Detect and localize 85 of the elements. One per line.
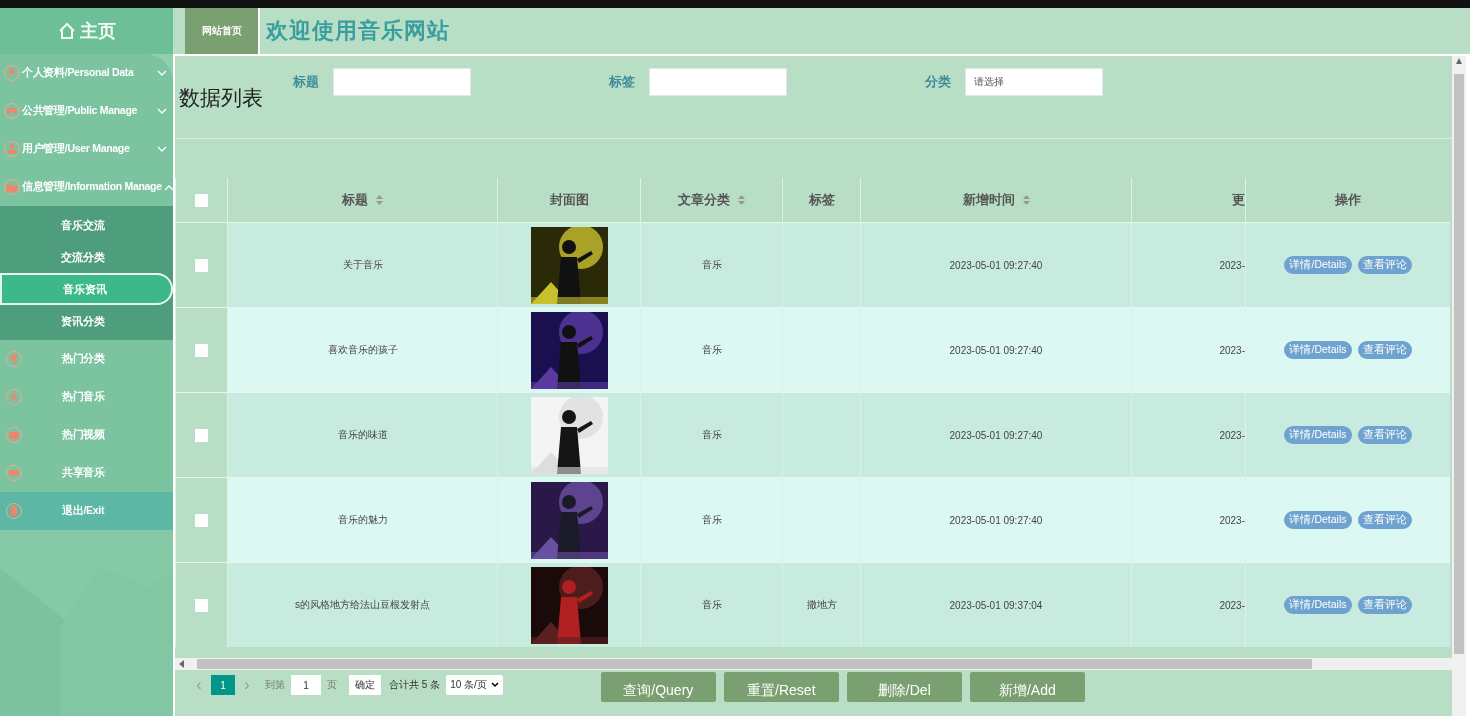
action-button[interactable]: 详情/Details: [1284, 426, 1352, 444]
table-cell: 音乐的味道: [227, 392, 497, 477]
table-cell: 音乐: [640, 477, 782, 562]
action-button[interactable]: 查看评论: [1357, 256, 1412, 274]
page-size-select[interactable]: 10 条/页: [446, 675, 503, 695]
sort-icon[interactable]: [1022, 195, 1030, 205]
table-cell: 喜欢音乐的孩子: [227, 307, 497, 392]
submenu-item[interactable]: 交流分类: [0, 241, 173, 273]
page-title: 数据列表: [179, 85, 263, 111]
checkbox[interactable]: [195, 598, 208, 612]
table-cell: 2023-05-01 09:37:04: [860, 562, 1131, 647]
table-cell: 2023-: [1131, 307, 1245, 392]
confirm-button[interactable]: 确定: [349, 675, 381, 695]
menu-link[interactable]: 热门音乐: [0, 378, 173, 416]
exit-link[interactable]: 退出/Exit: [0, 492, 173, 530]
action-button[interactable]: 查看评论: [1357, 426, 1412, 444]
checkbox[interactable]: [195, 513, 208, 527]
scroll-up-icon[interactable]: [1456, 58, 1462, 64]
table-cell: 2023-05-01 09:27:40: [860, 477, 1131, 562]
action-button[interactable]: 详情/Details: [1284, 341, 1352, 359]
sort-icon[interactable]: [376, 195, 383, 205]
submenu-item[interactable]: 音乐交流: [0, 209, 173, 241]
table-cell: 音乐: [640, 392, 782, 477]
action-button[interactable]: 详情/Details: [1284, 256, 1352, 274]
scroll-left-icon[interactable]: [179, 660, 185, 668]
submenu-item[interactable]: 资讯分类: [0, 305, 173, 337]
table-cell: 音乐: [640, 562, 782, 647]
page-button[interactable]: 1: [211, 675, 235, 695]
table-cell: 音乐: [640, 307, 782, 392]
table-cell: 2023-: [1131, 392, 1245, 477]
menu-link[interactable]: 共享音乐: [0, 454, 173, 492]
menu-link[interactable]: 热门分类: [0, 340, 173, 378]
table-cell: 2023-: [1131, 222, 1245, 307]
scrollbar[interactable]: [175, 658, 1452, 670]
filter-label: 分类: [925, 73, 951, 91]
scroll-thumb[interactable]: [197, 659, 1312, 669]
nav-tab[interactable]: 网站首页: [185, 8, 260, 54]
page-unit: 页: [327, 678, 337, 692]
action-button[interactable]: 查询/Query: [600, 672, 716, 702]
column-header: 更: [1131, 178, 1245, 222]
page-input[interactable]: 1: [291, 675, 321, 695]
scroll-thumb[interactable]: [1454, 74, 1464, 654]
menu-group[interactable]: 用户管理/User Manage: [0, 130, 173, 168]
table-cell: 音乐的魅力: [227, 477, 497, 562]
filter-label: 标签: [609, 73, 635, 91]
table-cell: 2023-: [1131, 562, 1245, 647]
prev-page-button[interactable]: ‹: [187, 675, 211, 695]
checkbox[interactable]: [195, 343, 208, 357]
site-title: 欢迎使用音乐网站: [266, 17, 450, 45]
action-button[interactable]: 查看评论: [1357, 596, 1412, 614]
user-icon: [4, 141, 20, 157]
action-button[interactable]: 重置/Reset: [723, 672, 839, 702]
checkbox[interactable]: [195, 428, 208, 442]
table-cell: 2023-: [1131, 477, 1245, 562]
input-field[interactable]: [333, 68, 471, 96]
table-cell: 撒地方: [782, 562, 860, 647]
action-button[interactable]: 详情/Details: [1284, 596, 1352, 614]
caret-icon: [490, 682, 499, 688]
home-link[interactable]: 主页: [0, 8, 173, 54]
table-cell: 2023-05-01 09:27:40: [860, 222, 1131, 307]
table-cell: 2023-05-01 09:27:40: [860, 392, 1131, 477]
home-icon: [57, 22, 76, 40]
action-button[interactable]: 删除/Del: [846, 672, 962, 702]
action-button[interactable]: 详情/Details: [1284, 511, 1352, 529]
action-button[interactable]: 查看评论: [1357, 511, 1412, 529]
next-page-button[interactable]: ›: [235, 675, 259, 695]
total-count: 合计共 5 条: [389, 678, 441, 692]
menu-link[interactable]: 热门视频: [0, 416, 173, 454]
menu-group[interactable]: 个人资料/Personal Data: [0, 54, 173, 92]
submenu-item[interactable]: 音乐资讯: [0, 273, 173, 305]
menu-group[interactable]: 公共管理/Public Manage: [0, 92, 173, 130]
filter-label: 标题: [293, 73, 319, 91]
checkbox[interactable]: [195, 258, 208, 272]
sort-icon[interactable]: [738, 195, 745, 205]
goto-label: 到第: [265, 678, 285, 692]
input-field[interactable]: [649, 68, 787, 96]
scrollbar[interactable]: [1452, 56, 1466, 716]
checkbox[interactable]: [195, 193, 208, 207]
table-cell: 关于音乐: [227, 222, 497, 307]
table-cell: s的风格地方给法山豆根发射点: [227, 562, 497, 647]
action-button[interactable]: 查看评论: [1357, 341, 1412, 359]
select-field[interactable]: 请选择: [965, 68, 1103, 96]
action-button[interactable]: 新增/Add: [969, 672, 1085, 702]
table-cell: 2023-05-01 09:27:40: [860, 307, 1131, 392]
table-cell: 音乐: [640, 222, 782, 307]
